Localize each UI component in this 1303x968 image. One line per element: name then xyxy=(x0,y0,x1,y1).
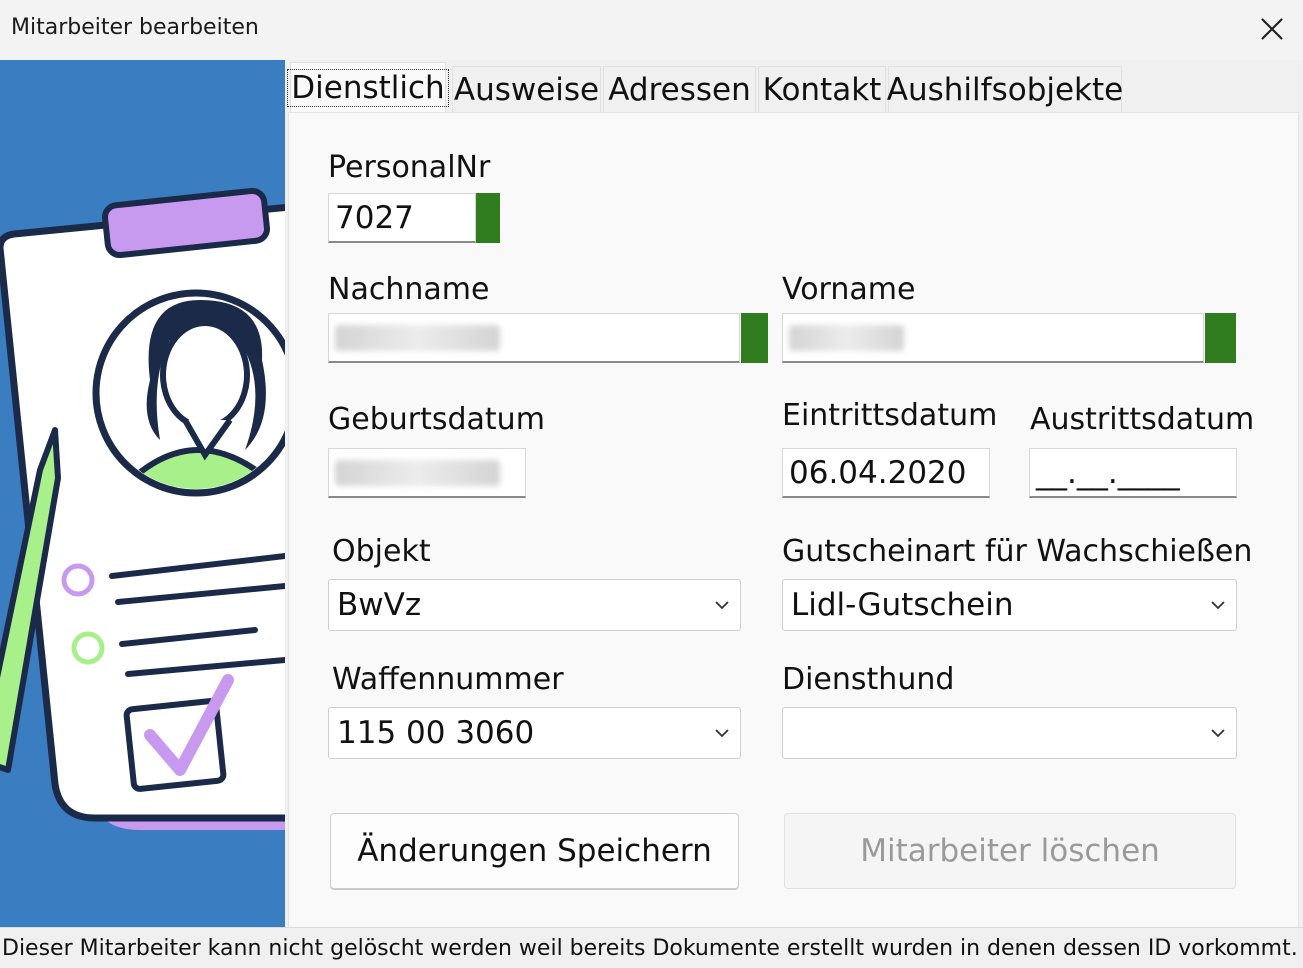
nachname-field[interactable] xyxy=(328,313,740,363)
eintrittsdatum-label: Eintrittsdatum xyxy=(782,398,998,433)
status-bar: Dieser Mitarbeiter kann nicht gelöscht w… xyxy=(0,927,1303,968)
clipboard-illustration xyxy=(0,187,285,830)
vorname-valid-indicator xyxy=(1205,313,1236,363)
gutscheinart-dropdown[interactable]: Lidl-Gutschein xyxy=(782,579,1237,631)
save-changes-button[interactable]: Änderungen Speichern xyxy=(330,813,739,889)
chevron-down-icon xyxy=(1211,601,1225,610)
objekt-dropdown[interactable]: BwVz xyxy=(328,579,741,631)
gutscheinart-label: Gutscheinart für Wachschießen xyxy=(782,534,1253,569)
eintrittsdatum-field[interactable]: 06.04.2020 xyxy=(782,448,990,498)
delete-employee-button[interactable]: Mitarbeiter löschen xyxy=(784,813,1236,889)
title-bar: Mitarbeiter bearbeiten xyxy=(0,0,1303,60)
gutscheinart-value: Lidl-Gutschein xyxy=(791,587,1014,623)
tab-adressen[interactable]: Adressen xyxy=(603,66,756,112)
chevron-down-icon xyxy=(715,729,729,738)
employee-illustration xyxy=(0,60,285,927)
vorname-label: Vorname xyxy=(782,272,916,307)
tab-ausweise[interactable]: Ausweise xyxy=(452,66,601,112)
personalnr-valid-indicator xyxy=(476,193,500,243)
waffennummer-dropdown[interactable]: 115 00 3060 xyxy=(328,707,741,759)
austrittsdatum-field[interactable]: __.__.____ xyxy=(1029,448,1237,498)
status-message: Dieser Mitarbeiter kann nicht gelöscht w… xyxy=(2,935,1298,961)
close-icon xyxy=(1261,18,1283,40)
chevron-down-icon xyxy=(715,601,729,610)
vorname-redacted xyxy=(789,324,904,351)
geburtsdatum-label: Geburtsdatum xyxy=(328,402,545,437)
geburtsdatum-redacted xyxy=(335,459,500,486)
geburtsdatum-field[interactable] xyxy=(328,448,526,498)
nachname-redacted xyxy=(335,324,500,351)
austrittsdatum-label: Austrittsdatum xyxy=(1030,402,1255,437)
objekt-label: Objekt xyxy=(332,534,431,569)
chevron-down-icon xyxy=(1211,729,1225,738)
nachname-label: Nachname xyxy=(328,272,490,307)
vorname-field[interactable] xyxy=(782,313,1204,363)
close-button[interactable] xyxy=(1246,6,1298,52)
diensthund-label: Diensthund xyxy=(782,662,955,697)
tab-dienstlich[interactable]: Dienstlich xyxy=(287,62,449,112)
personalnr-field[interactable]: 7027 xyxy=(328,193,476,243)
waffennummer-label: Waffennummer xyxy=(332,662,564,697)
tab-aushilfsobjekte[interactable]: Aushilfsobjekte xyxy=(887,66,1123,112)
nachname-valid-indicator xyxy=(741,313,768,363)
personalnr-label: PersonalNr xyxy=(328,150,491,185)
diensthund-dropdown[interactable] xyxy=(782,707,1237,759)
tab-kontakt[interactable]: Kontakt xyxy=(758,66,886,112)
waffennummer-value: 115 00 3060 xyxy=(337,715,535,751)
window-title: Mitarbeiter bearbeiten xyxy=(11,15,259,40)
objekt-value: BwVz xyxy=(337,587,422,623)
